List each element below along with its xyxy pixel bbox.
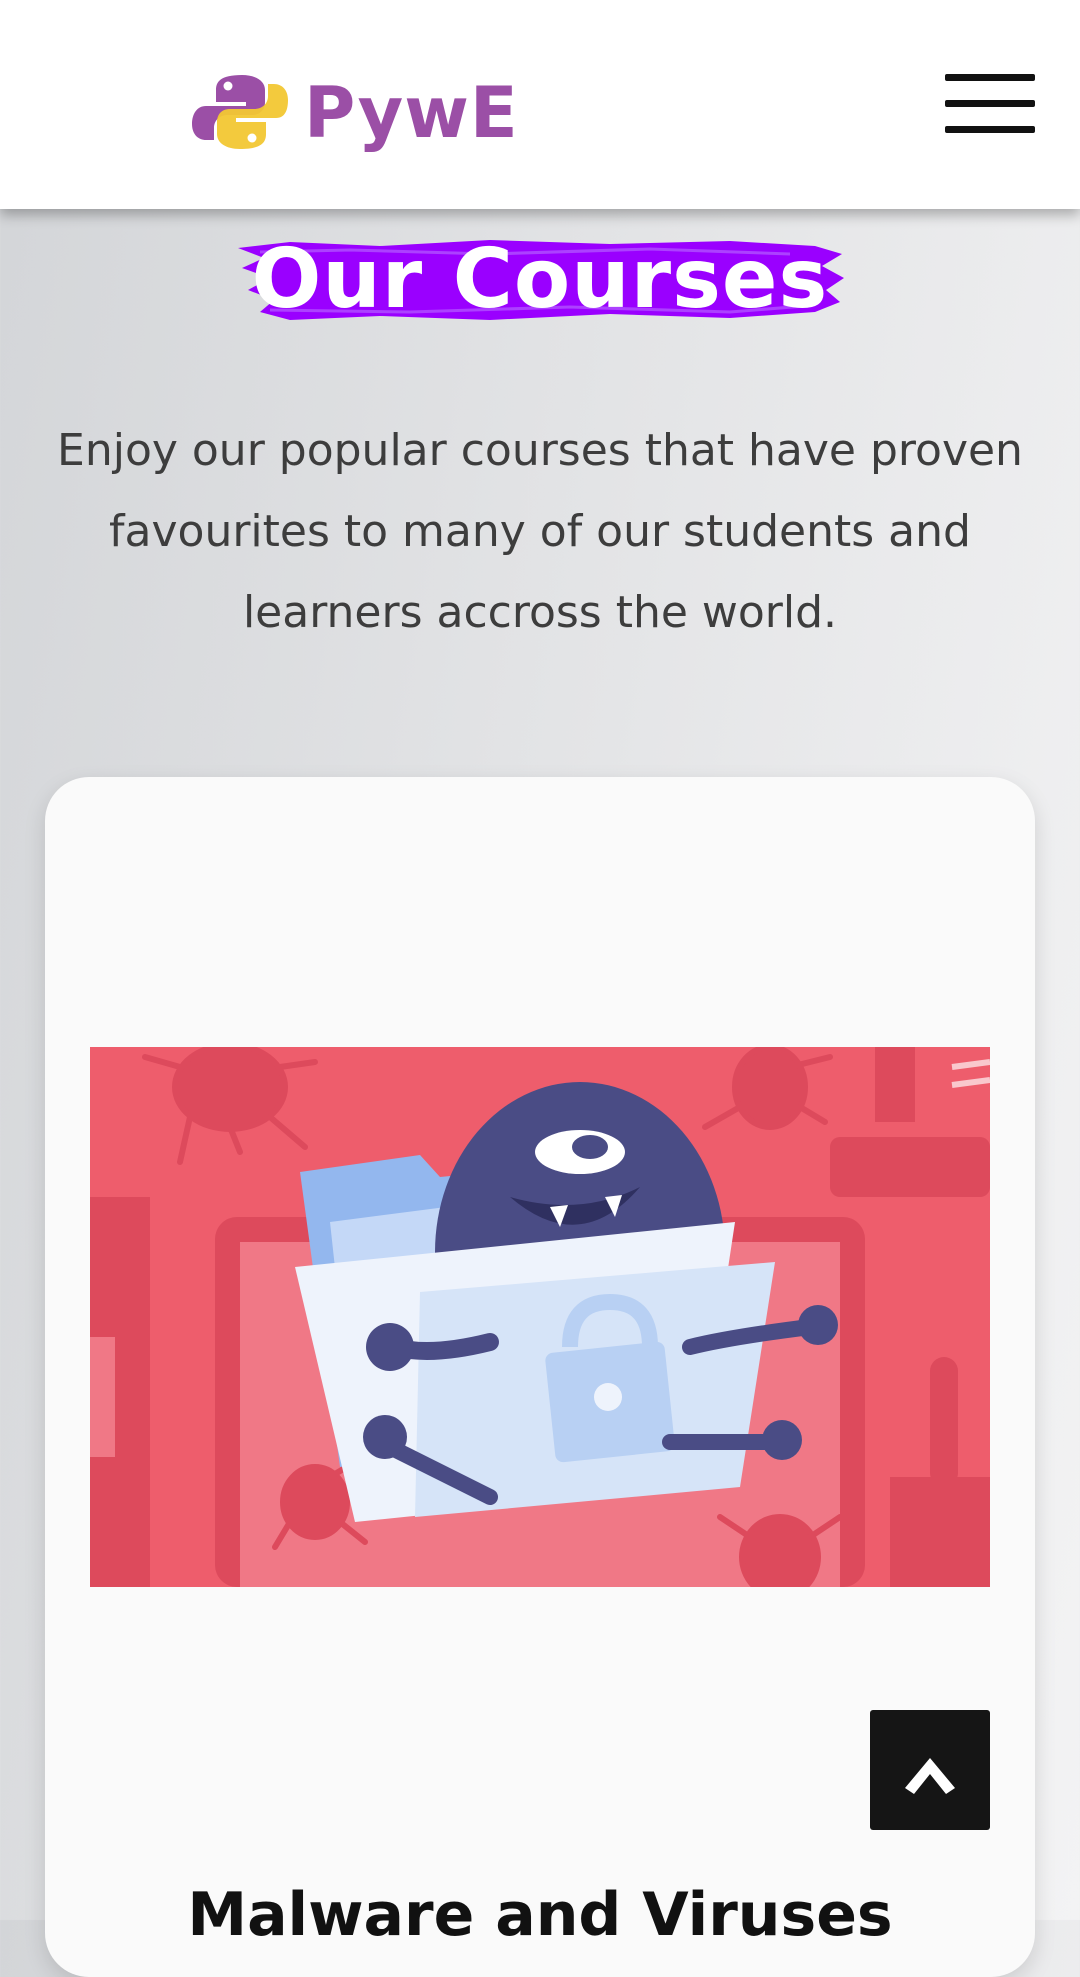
- malware-monster-illustration: [90, 1047, 990, 1587]
- hamburger-menu-icon[interactable]: [945, 74, 1035, 134]
- site-logo[interactable]: PywE: [190, 72, 520, 154]
- section-title-wrap: Our Courses: [230, 232, 850, 332]
- python-logo-icon: [192, 75, 288, 149]
- site-header: PywE: [0, 0, 1080, 209]
- section-subtitle: Enjoy our popular courses that have prov…: [57, 425, 1023, 638]
- chevron-up-icon: [905, 1758, 955, 1794]
- logo-text: PywE: [304, 72, 519, 154]
- course-title[interactable]: Malware and Viruses: [45, 1880, 1035, 1950]
- scroll-to-top-button[interactable]: [870, 1710, 990, 1830]
- section-title: Our Courses: [251, 232, 829, 327]
